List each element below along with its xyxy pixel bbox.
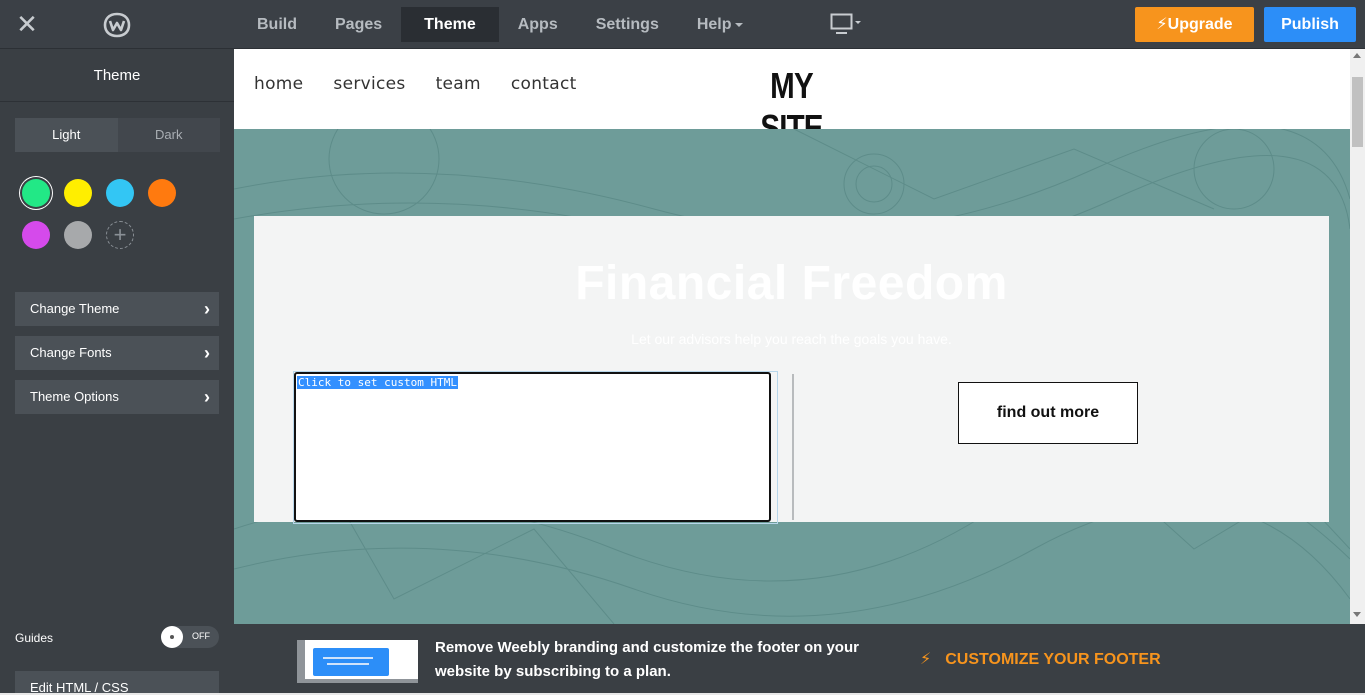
footer-preview-image	[297, 640, 418, 683]
guides-toggle[interactable]: OFF	[161, 626, 219, 648]
color-swatch-blue[interactable]	[106, 179, 134, 207]
sidebar-title: Theme	[0, 49, 234, 102]
change-theme-label: Change Theme	[30, 301, 120, 316]
dark-mode-button[interactable]: Dark	[117, 118, 220, 152]
theme-sidebar: Theme Light Dark + Change Theme › Change …	[0, 49, 234, 695]
chevron-right-icon: ›	[204, 343, 210, 363]
nav-settings[interactable]: Settings	[577, 7, 678, 42]
change-fonts-label: Change Fonts	[30, 345, 112, 360]
theme-options-button[interactable]: Theme Options ›	[15, 380, 219, 414]
site-nav-services[interactable]: services	[333, 74, 405, 94]
toggle-knob	[161, 626, 183, 648]
footer-upsell-banner: Remove Weebly branding and customize the…	[234, 624, 1365, 695]
color-swatch-gray[interactable]	[64, 221, 92, 249]
custom-html-block[interactable]: Click to set custom HTML	[294, 372, 771, 522]
desktop-preview-icon[interactable]	[830, 13, 862, 37]
nav-pages[interactable]: Pages	[316, 7, 401, 42]
top-toolbar: ✕ Build Pages Theme Apps Settings Help ⚡…	[0, 0, 1365, 49]
customize-footer-link[interactable]: ⚡ CUSTOMIZE YOUR FOOTER	[920, 649, 1161, 669]
column-divider[interactable]	[792, 374, 794, 520]
add-color-icon[interactable]: +	[106, 221, 134, 249]
site-nav-team[interactable]: team	[436, 74, 481, 94]
hero-content-box: Financial Freedom Let our advisors help …	[254, 216, 1329, 524]
nav-help-label: Help	[696, 16, 732, 33]
main-nav: Build Pages Theme Apps Settings Help	[238, 7, 762, 42]
site-nav: home services team contact	[254, 74, 577, 94]
color-swatch-purple[interactable]	[22, 221, 50, 249]
scroll-down-icon[interactable]	[1353, 612, 1361, 617]
site-nav-home[interactable]: home	[254, 74, 303, 94]
scroll-thumb[interactable]	[1352, 77, 1363, 147]
light-dark-toggle: Light Dark	[15, 118, 220, 152]
site-header: home services team contact MY SITE	[234, 49, 1350, 148]
nav-help[interactable]: Help	[678, 7, 762, 42]
preview-scrollbar[interactable]	[1350, 49, 1365, 624]
site-preview: home services team contact MY SITE Finan…	[234, 49, 1350, 624]
guides-label: Guides	[15, 631, 54, 645]
change-fonts-button[interactable]: Change Fonts ›	[15, 336, 219, 370]
chevron-right-icon: ›	[204, 387, 210, 407]
upgrade-button[interactable]: ⚡Upgrade	[1135, 7, 1254, 42]
publish-button[interactable]: Publish	[1264, 7, 1356, 42]
light-mode-button[interactable]: Light	[15, 118, 118, 152]
color-swatch-orange[interactable]	[148, 179, 176, 207]
footer-preview-line	[323, 657, 373, 659]
nav-apps[interactable]: Apps	[499, 7, 577, 42]
nav-build[interactable]: Build	[238, 7, 316, 42]
find-out-more-button[interactable]: find out more	[958, 382, 1138, 444]
chevron-down-icon	[734, 22, 743, 27]
weebly-logo-icon[interactable]	[103, 12, 131, 38]
hero-section: Financial Freedom Let our advisors help …	[234, 129, 1350, 624]
scroll-up-icon[interactable]	[1353, 53, 1361, 58]
customize-footer-label: CUSTOMIZE YOUR FOOTER	[945, 651, 1161, 668]
lightning-icon: ⚡	[920, 651, 932, 668]
nav-theme[interactable]: Theme	[401, 7, 499, 42]
footer-banner-text: Remove Weebly branding and customize the…	[435, 639, 859, 680]
color-swatch-yellow[interactable]	[64, 179, 92, 207]
guides-state: OFF	[192, 631, 210, 641]
lightning-icon: ⚡	[1156, 16, 1168, 33]
close-icon[interactable]: ✕	[14, 11, 40, 38]
edit-html-css-button[interactable]: Edit HTML / CSS	[15, 671, 219, 695]
theme-options-label: Theme Options	[30, 389, 119, 404]
hero-title[interactable]: Financial Freedom	[254, 256, 1329, 311]
custom-html-placeholder: Click to set custom HTML	[297, 376, 458, 389]
color-swatch-green[interactable]	[22, 179, 50, 207]
site-nav-contact[interactable]: contact	[511, 74, 577, 94]
footer-preview-line	[327, 663, 369, 665]
upgrade-label: Upgrade	[1167, 16, 1233, 33]
change-theme-button[interactable]: Change Theme ›	[15, 292, 219, 326]
hero-subtitle[interactable]: Let our advisors help you reach the goal…	[254, 331, 1329, 347]
footer-preview-fill	[313, 648, 389, 676]
chevron-right-icon: ›	[204, 299, 210, 319]
